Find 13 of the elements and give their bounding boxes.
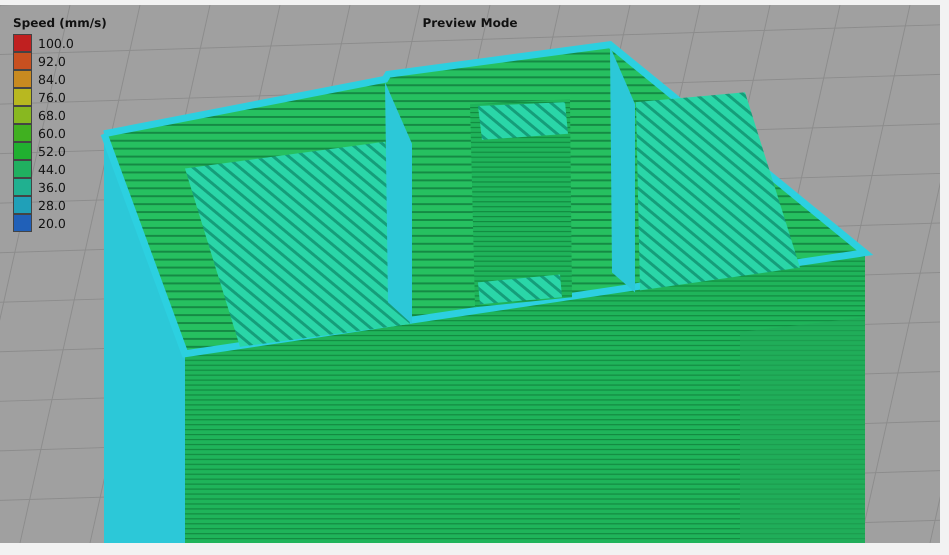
legend-label: 20.0 (38, 216, 66, 230)
legend-label: 36.0 (38, 180, 66, 194)
legend-label: 68.0 (38, 108, 66, 122)
legend-label: 84.0 (38, 72, 66, 86)
viewport-title: Preview Mode (422, 16, 518, 30)
legend-label: 52.0 (38, 144, 66, 158)
legend-label: 100.0 (38, 36, 74, 50)
legend-label: 76.0 (38, 90, 66, 104)
legend-label: 28.0 (38, 198, 66, 212)
legend-label: 92.0 (38, 54, 66, 68)
legend-label: 60.0 (38, 126, 66, 140)
legend-title: Speed (mm/s) (13, 16, 107, 30)
legend-label: 44.0 (38, 162, 66, 176)
